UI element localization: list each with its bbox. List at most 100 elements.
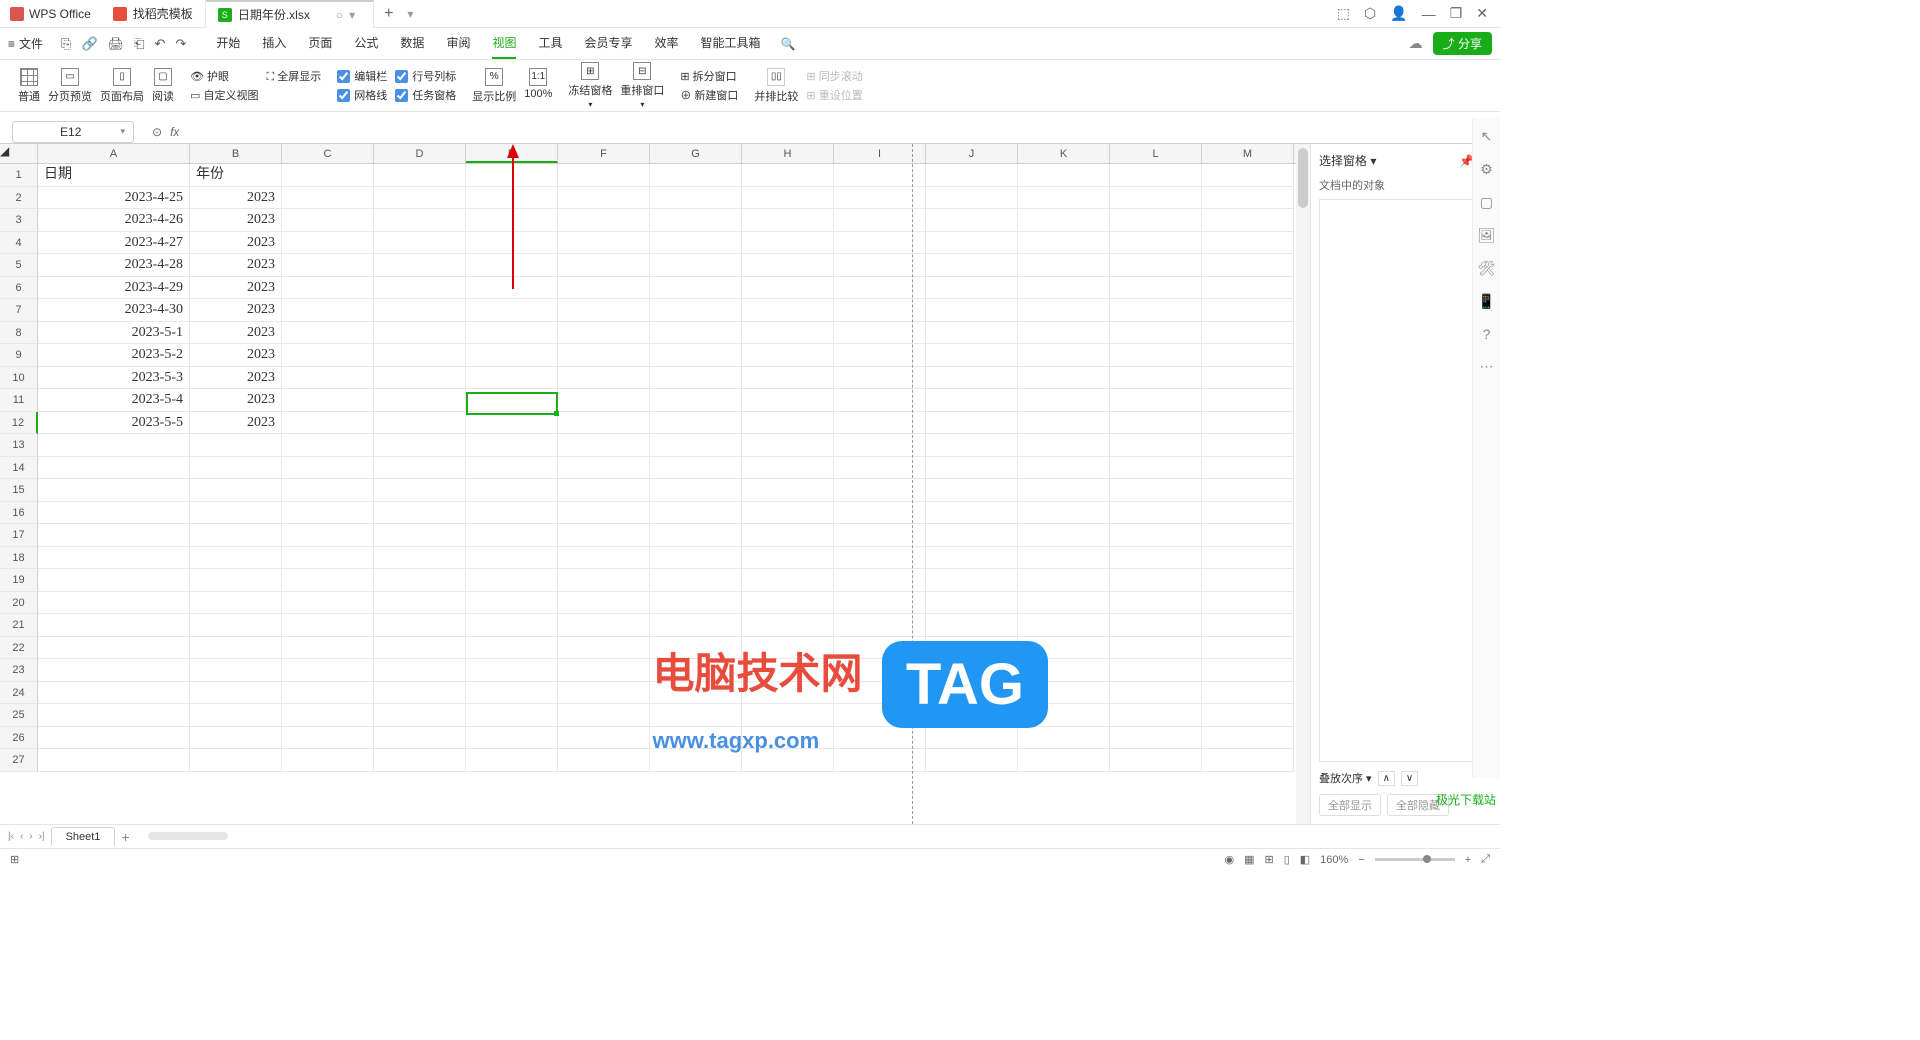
cell[interactable] bbox=[1110, 389, 1202, 412]
cell[interactable] bbox=[374, 277, 466, 300]
row-header[interactable]: 14 bbox=[0, 457, 38, 480]
normal-view[interactable]: 普通 bbox=[18, 68, 40, 104]
cell[interactable] bbox=[558, 592, 650, 615]
cell[interactable] bbox=[38, 727, 190, 750]
cell[interactable] bbox=[1018, 637, 1110, 660]
cell[interactable] bbox=[374, 164, 466, 187]
cell[interactable] bbox=[926, 412, 1018, 435]
cell[interactable] bbox=[38, 637, 190, 660]
row-header[interactable]: 17 bbox=[0, 524, 38, 547]
grid-body[interactable]: 1日期年份22023-4-25202332023-4-26202342023-4… bbox=[0, 164, 1310, 772]
cell[interactable] bbox=[1110, 187, 1202, 210]
view-icon-2[interactable]: ▦ bbox=[1244, 853, 1254, 866]
cell[interactable] bbox=[650, 524, 742, 547]
row-header[interactable]: 2 bbox=[0, 187, 38, 210]
cell[interactable] bbox=[1110, 547, 1202, 570]
row-header[interactable]: 25 bbox=[0, 704, 38, 727]
cell[interactable] bbox=[650, 299, 742, 322]
cell[interactable] bbox=[558, 569, 650, 592]
cell[interactable] bbox=[38, 704, 190, 727]
cell[interactable] bbox=[926, 547, 1018, 570]
cell[interactable] bbox=[1202, 704, 1294, 727]
cell[interactable] bbox=[374, 457, 466, 480]
cell[interactable] bbox=[1018, 389, 1110, 412]
cell[interactable]: 2023-4-28 bbox=[38, 254, 190, 277]
cell[interactable] bbox=[1110, 569, 1202, 592]
tab-options-icon[interactable]: ○ bbox=[336, 8, 343, 22]
name-box[interactable]: E12 ▾ bbox=[12, 121, 134, 143]
cell[interactable] bbox=[1018, 209, 1110, 232]
cell[interactable] bbox=[282, 187, 374, 210]
cell[interactable] bbox=[1018, 187, 1110, 210]
view-icon-1[interactable]: ◉ bbox=[1224, 853, 1234, 866]
cell[interactable] bbox=[374, 187, 466, 210]
cell[interactable] bbox=[1110, 434, 1202, 457]
cell[interactable] bbox=[466, 592, 558, 615]
cell[interactable] bbox=[926, 277, 1018, 300]
cell[interactable] bbox=[1110, 277, 1202, 300]
link-icon[interactable]: 🔗 bbox=[81, 36, 97, 52]
sheet-tab[interactable]: Sheet1 bbox=[51, 827, 116, 846]
cell[interactable] bbox=[282, 389, 374, 412]
cell[interactable] bbox=[742, 389, 834, 412]
cell[interactable] bbox=[742, 637, 834, 660]
cell[interactable] bbox=[38, 569, 190, 592]
cell[interactable] bbox=[1202, 322, 1294, 345]
cell[interactable] bbox=[374, 322, 466, 345]
cell[interactable] bbox=[190, 502, 282, 525]
cell[interactable] bbox=[282, 502, 374, 525]
print-icon[interactable]: 🖨 bbox=[108, 36, 125, 52]
cell[interactable] bbox=[466, 704, 558, 727]
row-header[interactable]: 22 bbox=[0, 637, 38, 660]
cell[interactable] bbox=[558, 704, 650, 727]
cell[interactable] bbox=[282, 749, 374, 772]
share-button[interactable]: ⤴ 分享 bbox=[1433, 32, 1492, 55]
cell[interactable] bbox=[38, 524, 190, 547]
cell[interactable] bbox=[742, 749, 834, 772]
col-header-K[interactable]: K bbox=[1018, 144, 1110, 163]
cell[interactable] bbox=[38, 592, 190, 615]
cell[interactable] bbox=[742, 209, 834, 232]
cell[interactable] bbox=[1110, 254, 1202, 277]
cell[interactable] bbox=[1018, 659, 1110, 682]
cell[interactable] bbox=[1110, 412, 1202, 435]
cell[interactable]: 2023 bbox=[190, 209, 282, 232]
custom-view[interactable]: ▭ 自定义视图 bbox=[190, 87, 258, 103]
cell[interactable] bbox=[926, 637, 1018, 660]
cell[interactable] bbox=[282, 569, 374, 592]
cell[interactable] bbox=[1202, 254, 1294, 277]
cell[interactable] bbox=[650, 254, 742, 277]
fullscreen[interactable]: ⛶ 全屏显示 bbox=[266, 68, 321, 84]
cell[interactable] bbox=[466, 187, 558, 210]
close-button[interactable]: ✕ bbox=[1476, 5, 1488, 22]
horizontal-scrollbar[interactable] bbox=[148, 832, 1480, 842]
menu-tab-会员专享[interactable]: 会员专享 bbox=[584, 28, 632, 59]
search-icon[interactable]: 🔍 bbox=[781, 37, 796, 51]
row-header[interactable]: 19 bbox=[0, 569, 38, 592]
cell[interactable] bbox=[926, 704, 1018, 727]
maximize-button[interactable]: ❐ bbox=[1450, 5, 1463, 22]
cell[interactable] bbox=[1202, 434, 1294, 457]
cell[interactable] bbox=[190, 749, 282, 772]
cell[interactable] bbox=[190, 479, 282, 502]
cell[interactable] bbox=[742, 727, 834, 750]
cell[interactable] bbox=[1018, 727, 1110, 750]
select-all-corner[interactable]: ◢ bbox=[0, 144, 38, 163]
cell[interactable]: 2023 bbox=[190, 412, 282, 435]
row-header[interactable]: 4 bbox=[0, 232, 38, 255]
cell[interactable] bbox=[374, 614, 466, 637]
pane-body[interactable] bbox=[1319, 199, 1492, 762]
cell[interactable] bbox=[190, 524, 282, 547]
cell[interactable] bbox=[190, 434, 282, 457]
cell[interactable] bbox=[558, 659, 650, 682]
cell[interactable] bbox=[1110, 727, 1202, 750]
cell[interactable] bbox=[742, 524, 834, 547]
row-header[interactable]: 20 bbox=[0, 592, 38, 615]
reading-view[interactable]: ▢阅读 bbox=[152, 68, 174, 104]
cell[interactable] bbox=[742, 434, 834, 457]
row-header[interactable]: 7 bbox=[0, 299, 38, 322]
cell[interactable] bbox=[558, 389, 650, 412]
cell[interactable] bbox=[1202, 187, 1294, 210]
col-header-A[interactable]: A bbox=[38, 144, 190, 163]
cell[interactable]: 年份 bbox=[190, 164, 282, 187]
